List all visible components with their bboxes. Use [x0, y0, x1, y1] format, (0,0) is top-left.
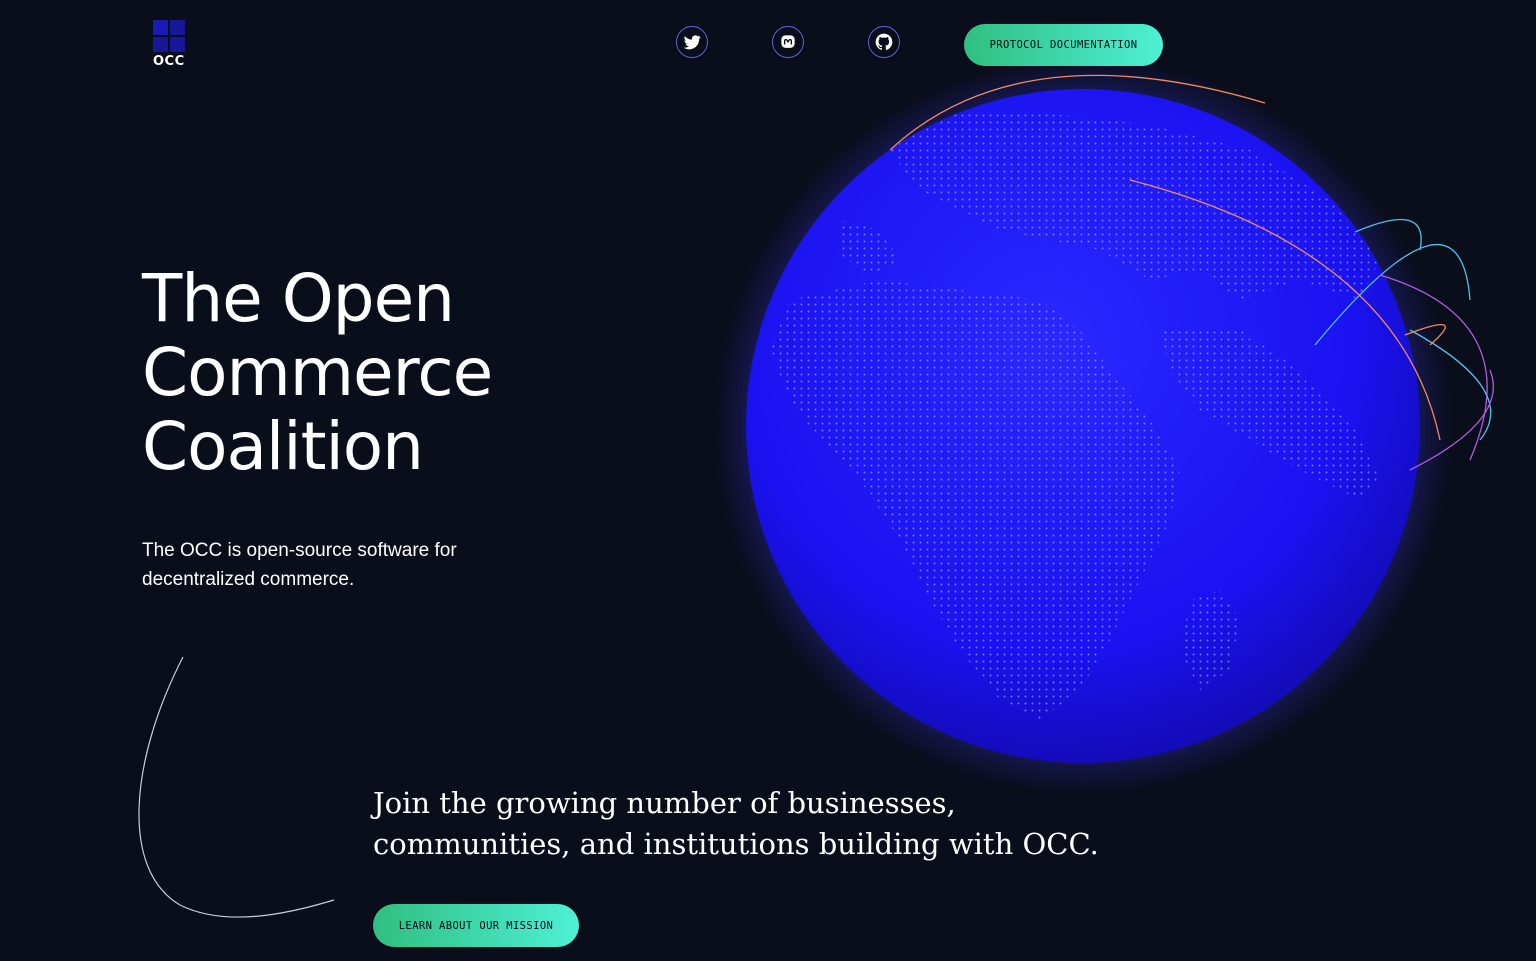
- occ-logo[interactable]: OCC: [153, 20, 187, 70]
- join-heading-line: communities, and institutions building w…: [373, 827, 1099, 861]
- hero-title: The Open Commerce Coalition: [142, 260, 493, 485]
- logo-mark: [153, 20, 187, 52]
- github-icon: [875, 33, 893, 51]
- join-heading: Join the growing number of businesses, c…: [373, 783, 1173, 865]
- protocol-documentation-button[interactable]: PROTOCOL DOCUMENTATION: [964, 24, 1163, 66]
- mastodon-link[interactable]: [772, 26, 804, 58]
- twitter-icon: [683, 35, 701, 50]
- hero-subtitle: The OCC is open-source software for dece…: [142, 540, 457, 590]
- logo-text: OCC: [153, 54, 185, 69]
- join-heading-line: Join the growing number of businesses,: [373, 786, 956, 820]
- github-link[interactable]: [868, 26, 900, 58]
- twitter-link[interactable]: [676, 26, 708, 58]
- hero-title-line: Coalition: [142, 408, 424, 485]
- hero-title-line: Commerce: [142, 334, 493, 411]
- hero-title-line: The Open: [142, 260, 455, 337]
- learn-mission-button[interactable]: LEARN ABOUT OUR MISSION: [373, 904, 579, 947]
- mastodon-icon: [781, 35, 795, 48]
